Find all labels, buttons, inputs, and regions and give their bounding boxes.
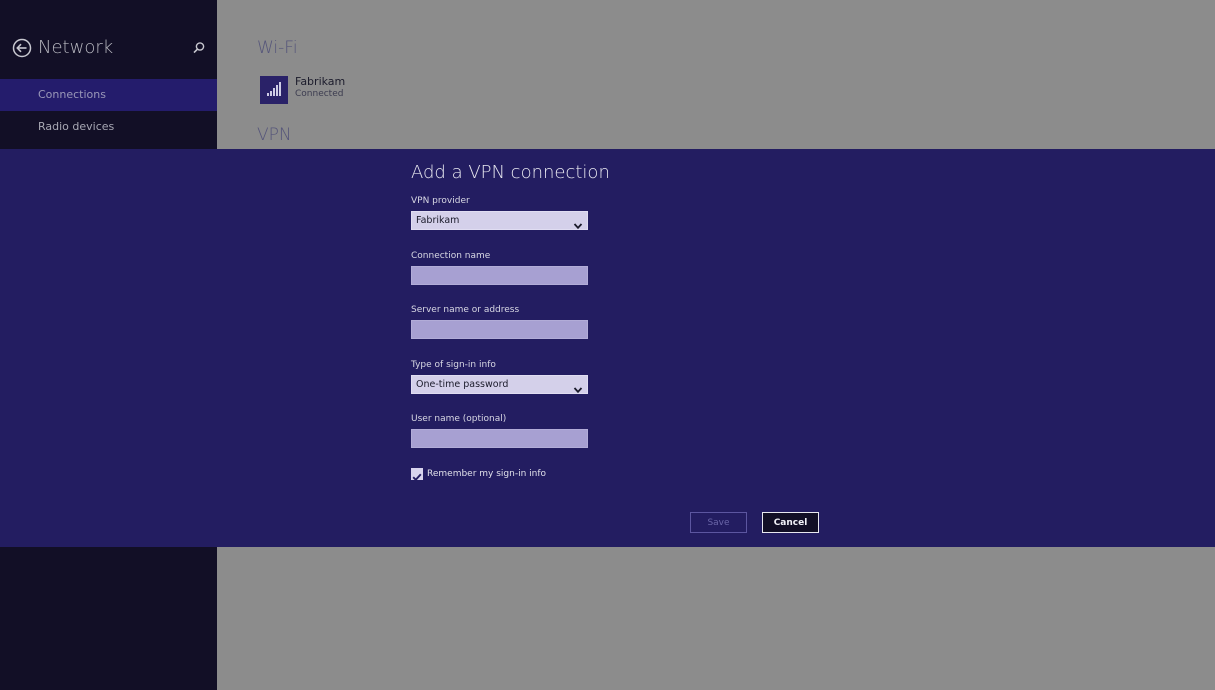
sidebar-item-label: Connections: [38, 88, 106, 101]
chevron-down-icon: [573, 216, 583, 230]
back-arrow-icon[interactable]: [12, 38, 32, 58]
connection-name-input[interactable]: [411, 266, 588, 285]
username-label: User name (optional): [411, 414, 507, 424]
server-address-input[interactable]: [411, 320, 588, 339]
username-input[interactable]: [411, 429, 588, 448]
network-name: Fabrikam: [295, 75, 346, 88]
sidebar-item-connections[interactable]: Connections: [0, 79, 217, 111]
remember-signin-checkbox[interactable]: [411, 468, 423, 482]
server-address-label: Server name or address: [411, 305, 520, 315]
cancel-button[interactable]: Cancel: [762, 512, 819, 533]
vpn-dialog-band: Add a VPN connection VPN provider Fabrik…: [0, 149, 1215, 547]
save-button[interactable]: Save: [690, 512, 747, 533]
sidebar-item-label: Radio devices: [38, 120, 115, 133]
screen: Network Connections Radio devices Wi-Fi: [0, 0, 1215, 690]
dialog-title: Add a VPN connection: [411, 162, 610, 183]
search-icon[interactable]: [192, 40, 206, 54]
signin-type-select[interactable]: One-time password: [411, 375, 588, 394]
connection-name-label: Connection name: [411, 251, 491, 261]
sidebar-item-radio-devices[interactable]: Radio devices: [0, 111, 217, 143]
signin-type-value: One-time password: [416, 379, 509, 390]
add-vpn-dialog: Add a VPN connection VPN provider Fabrik…: [411, 149, 831, 547]
vpn-provider-select[interactable]: Fabrikam: [411, 211, 588, 230]
signin-type-label: Type of sign-in info: [411, 360, 496, 370]
vpn-provider-value: Fabrikam: [416, 215, 460, 226]
remember-signin-label: Remember my sign-in info: [427, 469, 547, 479]
vpn-provider-label: VPN provider: [411, 196, 470, 206]
chevron-down-icon: [573, 380, 583, 394]
network-status: Connected: [295, 89, 344, 99]
sidebar-header: Network: [12, 36, 212, 60]
wifi-heading: Wi-Fi: [257, 38, 298, 58]
vpn-heading: VPN: [257, 125, 292, 145]
wifi-signal-icon: [260, 76, 288, 104]
sidebar-title: Network: [38, 37, 114, 58]
